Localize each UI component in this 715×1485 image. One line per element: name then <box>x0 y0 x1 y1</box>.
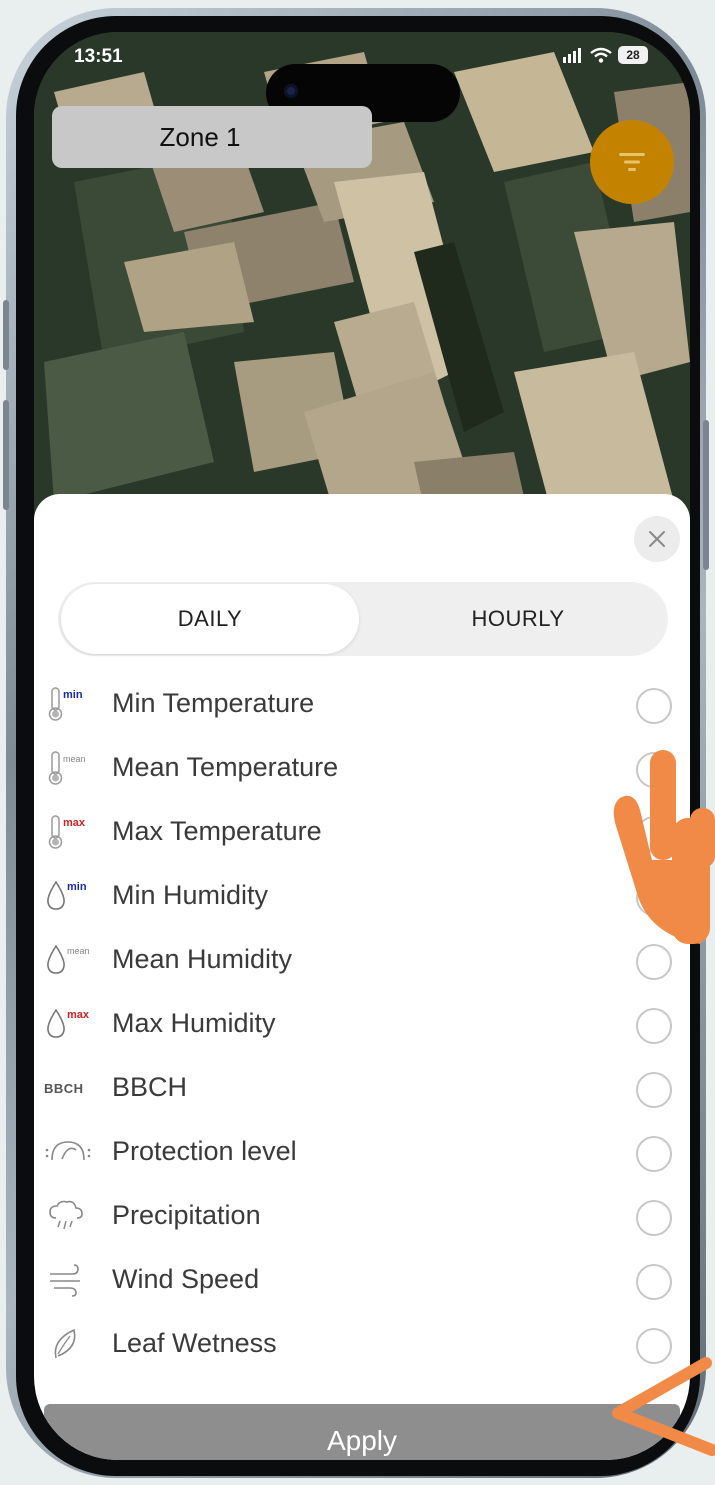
parameter-label: Min Temperature <box>112 688 315 718</box>
wind-icon <box>44 1260 108 1300</box>
close-button[interactable] <box>634 516 680 562</box>
parameter-row-wind-speed[interactable]: Wind Speed <box>34 1248 690 1312</box>
droplet-mean-icon: mean <box>44 940 108 980</box>
parameter-radio[interactable] <box>636 688 672 724</box>
bbch-icon: BBCH <box>44 1068 108 1108</box>
svg-text:min: min <box>67 881 87 893</box>
apply-button[interactable]: Apply <box>44 1404 680 1460</box>
svg-text:min: min <box>63 689 83 701</box>
status-icons: 28 <box>562 46 648 64</box>
parameter-radio[interactable] <box>636 1008 672 1044</box>
parameter-label: Mean Humidity <box>112 944 293 974</box>
parameter-row-mean-humidity[interactable]: mean Mean Humidity <box>34 928 690 992</box>
zone-selector[interactable]: Zone 1 <box>52 106 372 168</box>
side-button <box>703 420 709 570</box>
battery-indicator: 28 <box>618 46 648 64</box>
parameter-label: Wind Speed <box>112 1264 260 1294</box>
parameter-row-mean-temperature[interactable]: mean Mean Temperature <box>34 736 690 800</box>
parameter-row-max-humidity[interactable]: max Max Humidity <box>34 992 690 1056</box>
tab-hourly[interactable]: HOURLY <box>378 584 658 654</box>
parameter-row-min-temperature[interactable]: min Min Temperature <box>34 672 690 736</box>
filter-button[interactable] <box>590 120 674 204</box>
parameter-radio[interactable] <box>636 944 672 980</box>
parameter-radio[interactable] <box>636 816 672 852</box>
parameter-row-max-temperature[interactable]: max Max Temperature <box>34 800 690 864</box>
svg-text:mean: mean <box>67 946 90 956</box>
parameter-label: Protection level <box>112 1136 297 1166</box>
parameter-label: Max Temperature <box>112 816 322 846</box>
droplet-min-icon: min <box>44 876 108 916</box>
parameter-label: Precipitation <box>112 1200 261 1230</box>
parameter-label: Max Humidity <box>112 1008 276 1038</box>
parameter-radio[interactable] <box>636 1200 672 1236</box>
rain-cloud-icon <box>44 1196 108 1236</box>
parameter-row-bbch[interactable]: BBCH BBCH <box>34 1056 690 1120</box>
parameter-label: BBCH <box>112 1072 188 1102</box>
svg-text:max: max <box>67 1009 90 1021</box>
period-toggle: DAILY HOURLY <box>58 582 668 656</box>
parameter-row-protection-level[interactable]: Protection level <box>34 1120 690 1184</box>
screen: 13:51 28 Zone 1 DAILY HOURLY min Min Tem… <box>34 32 690 1460</box>
thermometer-max-icon: max <box>44 812 108 852</box>
parameter-radio[interactable] <box>636 1136 672 1172</box>
tab-daily[interactable]: DAILY <box>61 584 359 654</box>
droplet-max-icon: max <box>44 1004 108 1044</box>
parameter-row-min-humidity[interactable]: min Min Humidity <box>34 864 690 928</box>
parameter-radio[interactable] <box>636 1328 672 1364</box>
close-icon <box>649 531 665 547</box>
protection-level-icon <box>44 1132 108 1172</box>
parameter-radio[interactable] <box>636 1264 672 1300</box>
parameter-radio[interactable] <box>636 880 672 916</box>
status-time: 13:51 <box>74 46 123 67</box>
side-button <box>3 400 9 510</box>
wifi-icon <box>590 47 612 63</box>
parameter-label: Min Humidity <box>112 880 269 910</box>
camera-icon <box>284 84 298 98</box>
parameter-sheet: DAILY HOURLY min Min Temperature mean Me… <box>34 494 690 1460</box>
parameter-label: Mean Temperature <box>112 752 339 782</box>
signal-icon <box>563 48 581 63</box>
parameter-label: Leaf Wetness <box>112 1328 277 1358</box>
thermometer-min-icon: min <box>44 684 108 724</box>
filter-icon <box>619 153 645 171</box>
svg-text:max: max <box>63 817 86 829</box>
thermometer-mean-icon: mean <box>44 748 108 788</box>
svg-text:mean: mean <box>63 754 86 764</box>
parameter-radio[interactable] <box>636 752 672 788</box>
side-button <box>3 300 9 370</box>
parameter-row-leaf-wetness[interactable]: Leaf Wetness <box>34 1312 690 1376</box>
leaf-icon <box>44 1324 108 1364</box>
bbch-badge: BBCH <box>44 1080 84 1096</box>
parameter-row-precipitation[interactable]: Precipitation <box>34 1184 690 1248</box>
parameter-radio[interactable] <box>636 1072 672 1108</box>
